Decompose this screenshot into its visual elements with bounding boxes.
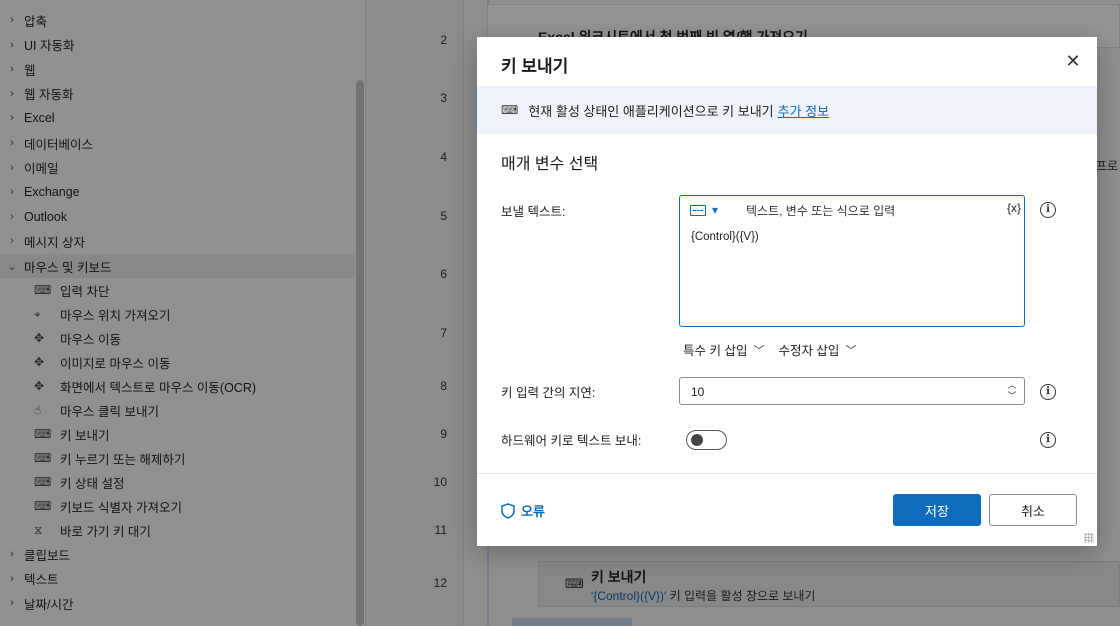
resize-grip[interactable] xyxy=(1084,533,1094,543)
chevron-down-icon[interactable]: ﹀ xyxy=(1006,391,1018,402)
chevron-down-icon: ﹀ xyxy=(845,344,857,357)
input-mode-dropdown[interactable]: ▾ xyxy=(690,203,718,217)
cancel-button[interactable]: 취소 xyxy=(989,494,1077,526)
delay-number-input[interactable]: 10 ︿ ﹀ xyxy=(679,377,1025,405)
more-info-link[interactable]: 추가 정보 xyxy=(778,101,829,120)
keyboard-icon: ⌨ xyxy=(501,103,519,117)
input-value: {Control}({V}) xyxy=(691,231,759,243)
insert-options: 특수 키 삽입 ﹀ 수정자 삽입 ﹀ xyxy=(683,340,870,359)
text-to-send-label: 보낼 텍스트: xyxy=(501,205,566,219)
number-stepper[interactable]: ︿ ﹀ xyxy=(1006,380,1018,402)
toggle-knob xyxy=(691,434,703,446)
input-placeholder: 텍스트, 변수 또는 식으로 입력 xyxy=(746,204,896,218)
insert-special-key-label: 특수 키 삽입 xyxy=(683,344,748,358)
save-button[interactable]: 저장 xyxy=(893,494,981,526)
info-icon[interactable]: i xyxy=(1040,202,1056,218)
chevron-down-icon: ▾ xyxy=(712,203,719,217)
delay-label: 키 입력 간의 지연: xyxy=(501,386,596,400)
close-icon[interactable]: ✕ xyxy=(1063,51,1083,71)
text-mode-icon xyxy=(690,204,706,216)
errors-link[interactable]: 오류 xyxy=(501,501,545,520)
shield-icon xyxy=(501,502,515,519)
info-text: 현재 활성 상태인 애플리케이션으로 키 보내기 xyxy=(528,103,774,119)
dialog-title: 키 보내기 xyxy=(501,57,569,76)
info-bar: ⌨ 현재 활성 상태인 애플리케이션으로 키 보내기 추가 정보 xyxy=(477,86,1097,134)
section-title: 매개 변수 선택 xyxy=(501,156,599,173)
chevron-down-icon: ﹀ xyxy=(753,344,765,357)
insert-modifier-label: 수정자 삽입 xyxy=(778,344,840,358)
chevron-up-icon[interactable]: ︿ xyxy=(1006,380,1018,391)
delay-value: 10 xyxy=(691,385,705,399)
insert-variable-button[interactable]: {x} xyxy=(1007,201,1021,215)
insert-modifier-dropdown[interactable]: 수정자 삽입 ﹀ xyxy=(778,340,856,359)
send-keys-dialog: 키 보내기 ✕ ⌨ 현재 활성 상태인 애플리케이션으로 키 보내기 추가 정보… xyxy=(477,37,1097,546)
hardware-keys-label: 하드웨어 키로 텍스트 보내: xyxy=(501,434,642,448)
footer-divider xyxy=(477,473,1097,474)
insert-special-key-dropdown[interactable]: 특수 키 삽입 ﹀ xyxy=(683,340,764,359)
info-icon[interactable]: i xyxy=(1040,432,1056,448)
text-to-send-input[interactable]: ▾ 텍스트, 변수 또는 식으로 입력 {x} {Control}({V}) xyxy=(679,195,1025,327)
hardware-keys-toggle[interactable] xyxy=(686,430,727,450)
errors-label: 오류 xyxy=(521,504,545,519)
info-icon[interactable]: i xyxy=(1040,384,1056,400)
